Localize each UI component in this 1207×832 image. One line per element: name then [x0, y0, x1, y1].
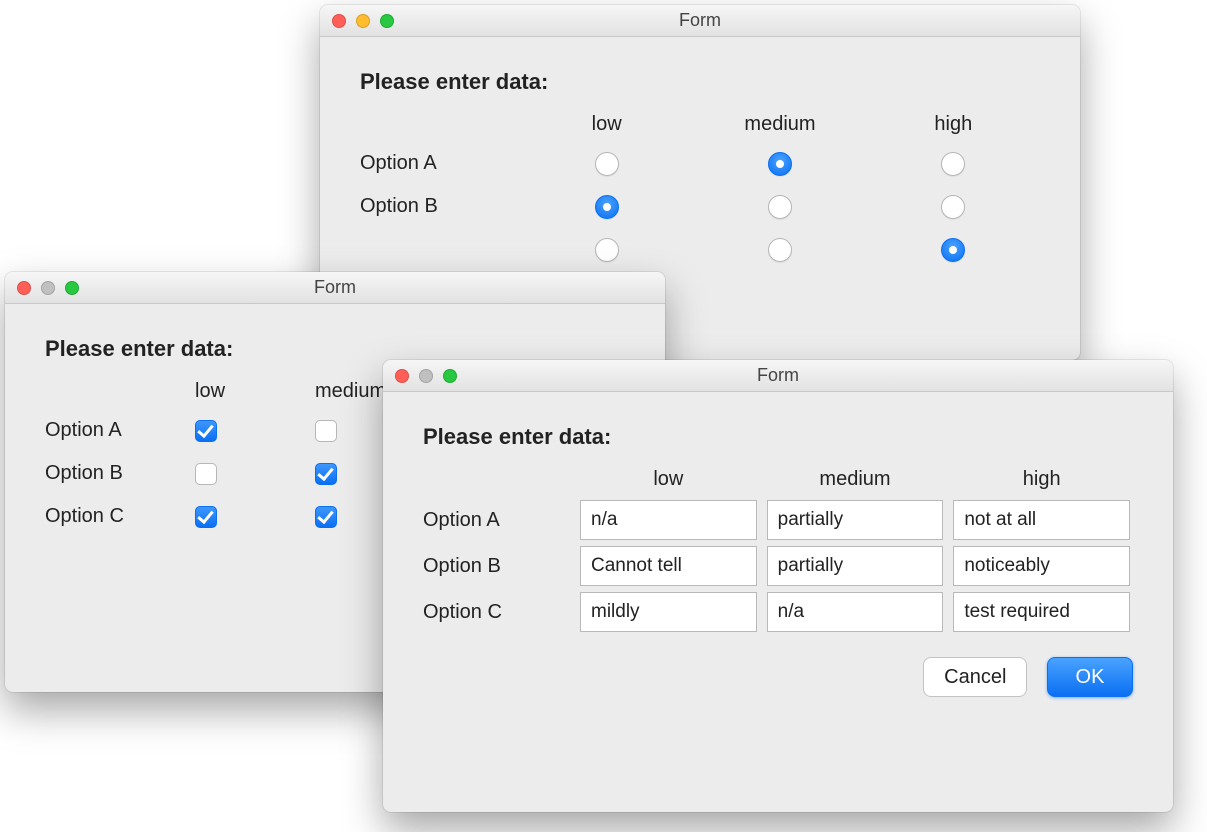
checkbox-c-medium[interactable]: [315, 506, 337, 528]
form-window-text: Form Please enter data: low medium high …: [383, 360, 1173, 812]
radio-b-medium[interactable]: [768, 195, 792, 219]
minimize-icon[interactable]: [356, 14, 370, 28]
checkbox-b-medium[interactable]: [315, 463, 337, 485]
input-a-medium[interactable]: [767, 500, 944, 540]
input-b-medium[interactable]: [767, 546, 944, 586]
col-header-high: high: [867, 113, 1040, 142]
radio-c-high[interactable]: [941, 238, 965, 262]
row-label-a: Option A: [360, 142, 520, 185]
input-b-low[interactable]: [580, 546, 757, 586]
minimize-icon[interactable]: [41, 281, 55, 295]
row-label-b: Option B: [423, 545, 573, 588]
row-label-b: Option B: [45, 452, 195, 495]
zoom-icon[interactable]: [380, 14, 394, 28]
col-header-low: low: [195, 380, 315, 409]
titlebar: Form: [320, 5, 1080, 37]
radio-b-low[interactable]: [595, 195, 619, 219]
window-title: Form: [5, 277, 665, 298]
input-c-medium[interactable]: [767, 592, 944, 632]
button-row: Cancel OK: [383, 645, 1173, 723]
checkbox-c-low[interactable]: [195, 506, 217, 528]
window-title: Form: [320, 10, 1080, 31]
col-header-medium: medium: [693, 113, 866, 142]
form-body: Please enter data: low medium high Optio…: [383, 392, 1173, 645]
form-heading: Please enter data:: [423, 424, 1133, 450]
radio-b-high[interactable]: [941, 195, 965, 219]
minimize-icon[interactable]: [419, 369, 433, 383]
row-label-c: Option C: [423, 591, 573, 634]
col-header-low: low: [577, 468, 760, 497]
input-b-high[interactable]: [953, 546, 1130, 586]
row-label-c: Option C: [45, 495, 195, 538]
form-heading: Please enter data:: [360, 69, 1040, 95]
ok-button[interactable]: OK: [1047, 657, 1133, 697]
zoom-icon[interactable]: [65, 281, 79, 295]
radio-a-high[interactable]: [941, 152, 965, 176]
input-a-low[interactable]: [580, 500, 757, 540]
row-label-a: Option A: [423, 499, 573, 542]
window-controls: [332, 14, 394, 28]
row-label-a: Option A: [45, 409, 195, 452]
col-header-high: high: [950, 468, 1133, 497]
checkbox-b-low[interactable]: [195, 463, 217, 485]
radio-a-medium[interactable]: [768, 152, 792, 176]
row-label-b: Option B: [360, 185, 520, 228]
titlebar: Form: [383, 360, 1173, 392]
close-icon[interactable]: [17, 281, 31, 295]
titlebar: Form: [5, 272, 665, 304]
radio-c-medium[interactable]: [768, 238, 792, 262]
form-body: Please enter data: low medium high Optio…: [320, 37, 1080, 301]
close-icon[interactable]: [332, 14, 346, 28]
checkbox-a-medium[interactable]: [315, 420, 337, 442]
input-c-high[interactable]: [953, 592, 1130, 632]
col-header-medium: medium: [764, 468, 947, 497]
window-controls: [395, 369, 457, 383]
form-heading: Please enter data:: [45, 336, 625, 362]
input-a-high[interactable]: [953, 500, 1130, 540]
radio-c-low[interactable]: [595, 238, 619, 262]
zoom-icon[interactable]: [443, 369, 457, 383]
col-header-low: low: [520, 113, 693, 142]
input-c-low[interactable]: [580, 592, 757, 632]
window-controls: [17, 281, 79, 295]
checkbox-a-low[interactable]: [195, 420, 217, 442]
close-icon[interactable]: [395, 369, 409, 383]
radio-a-low[interactable]: [595, 152, 619, 176]
cancel-button[interactable]: Cancel: [923, 657, 1027, 697]
window-title: Form: [383, 365, 1173, 386]
